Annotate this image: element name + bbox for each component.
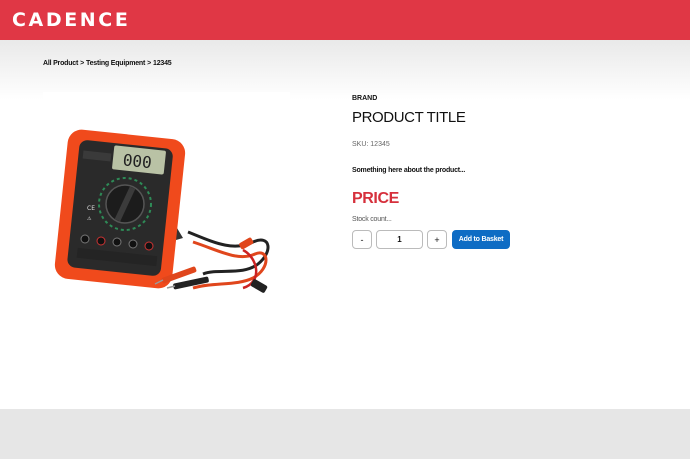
product-description: Something here about the product... bbox=[352, 167, 466, 174]
product-brand: BRAND bbox=[352, 95, 378, 102]
quantity-input[interactable]: 1 bbox=[376, 230, 423, 249]
svg-text:000: 000 bbox=[122, 150, 153, 172]
product-sku: SKU: 12345 bbox=[352, 141, 390, 148]
breadcrumb-all-products[interactable]: All Product bbox=[43, 60, 78, 67]
breadcrumb: All Product > Testing Equipment > 12345 bbox=[43, 60, 172, 67]
header-gradient bbox=[0, 40, 690, 100]
logo[interactable]: CADENCE bbox=[12, 9, 130, 31]
quantity-decrease-button[interactable]: - bbox=[352, 230, 372, 249]
add-to-basket-button[interactable]: Add to Basket bbox=[452, 230, 510, 249]
multimeter-image: 000 CE ⚠ bbox=[54, 129, 270, 293]
product-price: PRICE bbox=[352, 190, 399, 207]
quantity-increase-button[interactable]: + bbox=[427, 230, 447, 249]
stock-count: Stock count... bbox=[352, 216, 392, 223]
breadcrumb-testing-equipment[interactable]: Testing Equipment bbox=[86, 60, 145, 67]
product-title: PRODUCT TITLE bbox=[352, 109, 466, 126]
site-footer bbox=[0, 409, 690, 459]
breadcrumb-separator: > bbox=[80, 60, 85, 67]
breadcrumb-current: 12345 bbox=[153, 60, 172, 67]
svg-text:⚠: ⚠ bbox=[87, 216, 92, 222]
site-header: CADENCE bbox=[0, 0, 690, 40]
svg-text:CE: CE bbox=[87, 205, 95, 212]
breadcrumb-separator: > bbox=[147, 60, 152, 67]
product-image: 000 CE ⚠ bbox=[43, 92, 290, 314]
